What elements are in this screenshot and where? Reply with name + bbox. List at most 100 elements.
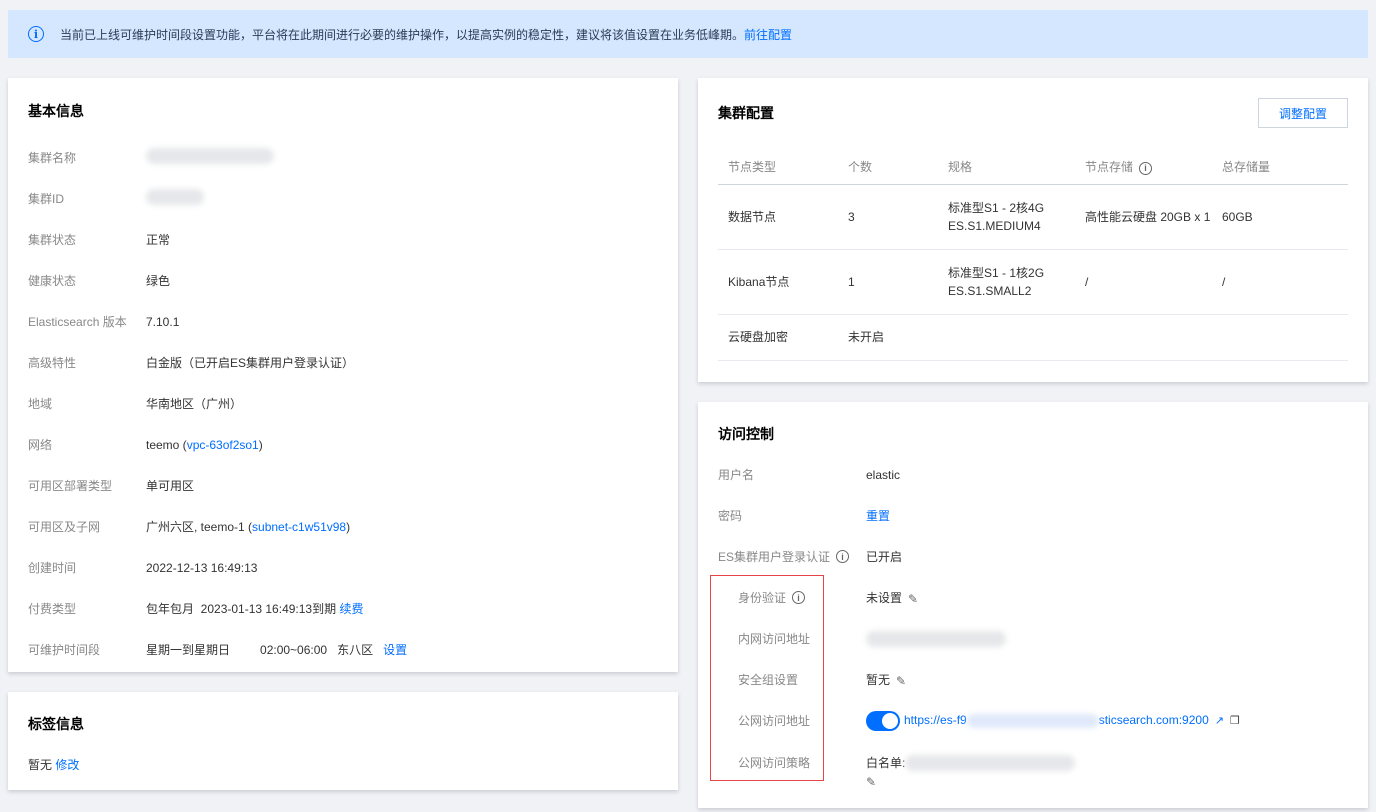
cell-type: Kibana节点 bbox=[718, 249, 838, 315]
cell-count: 3 bbox=[838, 184, 938, 250]
cell-total: 60GB bbox=[1212, 184, 1348, 250]
row-deploy-type: 可用区部署类型 单可用区 bbox=[28, 465, 658, 506]
cell-spec: 标准型S1 - 2核4G ES.S1.MEDIUM4 bbox=[938, 184, 1075, 250]
region-label: 地域 bbox=[28, 397, 53, 411]
row-billing: 付费类型 包年包月 2023-01-13 16:49:13到期 续费 bbox=[28, 588, 658, 629]
basic-info-title: 基本信息 bbox=[28, 103, 84, 119]
username-value: elastic bbox=[866, 467, 901, 482]
col-total: 总存储量 bbox=[1212, 150, 1348, 185]
edit-icon[interactable]: ✎ bbox=[908, 592, 920, 606]
public-policy-value: 白名单: bbox=[866, 756, 906, 770]
public-url-blurred bbox=[966, 713, 1099, 728]
notice-config-link[interactable]: 前往配置 bbox=[744, 28, 792, 42]
maintenance-value: 星期一到星期日 02:00~06:00 东八区 设置 bbox=[146, 643, 408, 657]
created-value: 2022-12-13 16:49:13 bbox=[146, 560, 258, 575]
password-reset-link[interactable]: 重置 bbox=[866, 507, 890, 524]
cell-type: 数据节点 bbox=[718, 184, 838, 250]
col-storage: 节点存储 i bbox=[1075, 150, 1212, 185]
feature-value: 白金版（已开启ES集群用户登录认证） bbox=[146, 356, 355, 370]
edit-icon[interactable]: ✎ bbox=[896, 674, 908, 688]
cluster-config-title: 集群配置 bbox=[718, 105, 774, 121]
deploy-type-label: 可用区部署类型 bbox=[28, 479, 113, 493]
vpc-link[interactable]: vpc-63of2so1 bbox=[187, 438, 259, 452]
col-count: 个数 bbox=[838, 150, 938, 185]
renew-link[interactable]: 续费 bbox=[339, 602, 363, 616]
network-label: 网络 bbox=[28, 438, 53, 452]
row-feature: 高级特性 白金版（已开启ES集群用户登录认证） bbox=[28, 342, 658, 383]
subnet-link[interactable]: subnet-c1w51v98 bbox=[252, 520, 346, 534]
col-spec: 规格 bbox=[938, 150, 1075, 185]
version-label: Elasticsearch 版本 bbox=[28, 315, 127, 329]
row-cluster-id: 集群ID bbox=[28, 178, 658, 219]
highlight-box bbox=[710, 575, 824, 781]
maintenance-set-link[interactable]: 设置 bbox=[383, 643, 407, 657]
cluster-id-blurred bbox=[146, 189, 204, 205]
notice-bar: i 当前已上线可维护时间段设置功能，平台将在此期间进行必要的维护操作，以提高实例… bbox=[8, 10, 1368, 58]
row-maintenance: 可维护时间段 星期一到星期日 02:00~06:00 东八区 设置 bbox=[28, 629, 658, 670]
row-health: 健康状态 绿色 bbox=[28, 260, 658, 301]
row-password: 密码 重置 bbox=[718, 495, 1348, 536]
password-label: 密码 bbox=[718, 509, 743, 523]
info-icon: i bbox=[28, 26, 44, 42]
cell-count: 1 bbox=[838, 249, 938, 315]
identity-value: 未设置 bbox=[866, 591, 903, 605]
health-label: 健康状态 bbox=[28, 274, 77, 288]
region-value: 华南地区（广州） bbox=[146, 397, 243, 411]
cell-storage: / bbox=[1075, 249, 1212, 315]
tags-value: 暂无 修改 bbox=[28, 758, 80, 772]
encrypt-label: 云硬盘加密 bbox=[718, 314, 838, 361]
version-value: 7.10.1 bbox=[146, 314, 180, 329]
billing-value: 包年包月 2023-01-13 16:49:13到期 续费 bbox=[146, 602, 364, 616]
zone-value: 广州六区, teemo-1 (subnet-c1w51v98) bbox=[146, 520, 351, 534]
cell-spec: 标准型S1 - 1核2G ES.S1.SMALL2 bbox=[938, 249, 1075, 315]
basic-info-card: 基本信息 集群名称 集群ID 集群状态 正常 健康状态 绿色 Elasticse… bbox=[8, 78, 678, 672]
cell-total: / bbox=[1212, 249, 1348, 315]
es-auth-label: ES集群用户登录认证 i bbox=[718, 548, 866, 565]
node-table: 节点类型 个数 规格 节点存储 i 总存储量 数据节点 3 标准型S1 - 2核4… bbox=[718, 150, 1348, 361]
row-username: 用户名 elastic bbox=[718, 454, 1348, 495]
row-network: 网络 teemo (vpc-63of2so1) bbox=[28, 424, 658, 465]
billing-label: 付费类型 bbox=[28, 602, 77, 616]
deploy-type-value: 单可用区 bbox=[146, 479, 195, 493]
intranet-address-blurred bbox=[866, 630, 1006, 647]
feature-label: 高级特性 bbox=[28, 356, 77, 370]
info-icon[interactable]: i bbox=[1139, 161, 1153, 175]
zone-label: 可用区及子网 bbox=[28, 520, 101, 534]
public-url-link[interactable]: https://es-f9 sticsearch.com:9200 bbox=[904, 713, 1209, 728]
row-cluster-status: 集群状态 正常 bbox=[28, 219, 658, 260]
cell-storage: 高性能云硬盘 20GB x 1 bbox=[1075, 184, 1212, 250]
es-auth-value: 已开启 bbox=[866, 550, 903, 564]
access-control-title: 访问控制 bbox=[718, 426, 774, 442]
info-icon[interactable]: i bbox=[836, 550, 850, 563]
col-node-type: 节点类型 bbox=[718, 150, 838, 185]
cluster-status-label: 集群状态 bbox=[28, 233, 77, 247]
created-label: 创建时间 bbox=[28, 561, 77, 575]
row-zone: 可用区及子网 广州六区, teemo-1 (subnet-c1w51v98) bbox=[28, 506, 658, 547]
cluster-config-card: 集群配置 调整配置 节点类型 个数 规格 节点存储 i 总存储量 数据节点 3 标… bbox=[698, 78, 1368, 382]
table-row: 数据节点 3 标准型S1 - 2核4G ES.S1.MEDIUM4 高性能云硬盘 … bbox=[718, 184, 1348, 250]
cluster-name-blurred bbox=[146, 148, 274, 164]
row-version: Elasticsearch 版本 7.10.1 bbox=[28, 301, 658, 342]
cluster-id-label: 集群ID bbox=[28, 192, 65, 206]
maintenance-label: 可维护时间段 bbox=[28, 643, 101, 657]
row-region: 地域 华南地区（广州） bbox=[28, 383, 658, 424]
row-created: 创建时间 2022-12-13 16:49:13 bbox=[28, 547, 658, 588]
copy-icon[interactable]: ❐ bbox=[1230, 714, 1240, 727]
table-row-encryption: 云硬盘加密 未开启 bbox=[718, 314, 1348, 361]
tags-card: 标签信息 暂无 修改 bbox=[8, 692, 678, 790]
notice-text: 当前已上线可维护时间段设置功能，平台将在此期间进行必要的维护操作，以提高实例的稳… bbox=[60, 27, 793, 42]
public-access-toggle[interactable] bbox=[866, 710, 900, 731]
security-group-value: 暂无 bbox=[866, 673, 891, 687]
tags-title: 标签信息 bbox=[28, 716, 84, 732]
access-control-card: 访问控制 用户名 elastic 密码 重置 ES集群用户登录认证 i 已开启 身… bbox=[698, 402, 1368, 808]
edit-icon[interactable]: ✎ bbox=[866, 775, 878, 789]
external-link-icon[interactable]: ↗ bbox=[1215, 714, 1224, 727]
adjust-config-button[interactable]: 调整配置 bbox=[1258, 98, 1348, 128]
row-es-auth: ES集群用户登录认证 i 已开启 bbox=[718, 536, 1348, 577]
health-value: 绿色 bbox=[146, 274, 171, 288]
cluster-status-value: 正常 bbox=[146, 233, 171, 247]
table-row: Kibana节点 1 标准型S1 - 1核2G ES.S1.SMALL2 / / bbox=[718, 249, 1348, 315]
tags-edit-link[interactable]: 修改 bbox=[55, 758, 79, 772]
cluster-name-label: 集群名称 bbox=[28, 151, 77, 165]
encrypt-value: 未开启 bbox=[838, 314, 1348, 361]
